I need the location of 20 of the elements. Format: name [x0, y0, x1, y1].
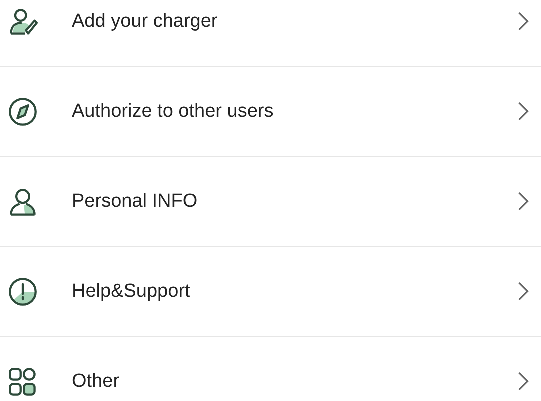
chevron-right-icon: [518, 102, 529, 121]
menu-item[interactable]: Help&Support: [0, 247, 541, 337]
chevron-right-icon: [518, 192, 529, 211]
chevron-right-icon: [518, 372, 529, 391]
chevron-right-icon: [518, 282, 529, 301]
menu-label: Add your charger: [72, 10, 219, 32]
menu-item[interactable]: Add your charger: [0, 0, 541, 67]
grid-icon: [8, 366, 38, 396]
chevron-right-icon: [518, 12, 529, 31]
user-icon: [8, 186, 38, 216]
menu-label: Help&Support: [72, 280, 192, 302]
menu-item[interactable]: Personal INFO: [0, 157, 541, 247]
menu-label: Other: [72, 370, 121, 392]
menu-item[interactable]: Authorize to other users: [0, 67, 541, 157]
compass-icon: [8, 96, 38, 126]
menu-label: Authorize to other users: [72, 100, 275, 122]
menu-item[interactable]: Other: [0, 337, 541, 401]
user-edit-icon: [8, 6, 38, 36]
menu-label: Personal INFO: [72, 190, 199, 212]
alert-icon: [8, 276, 38, 306]
